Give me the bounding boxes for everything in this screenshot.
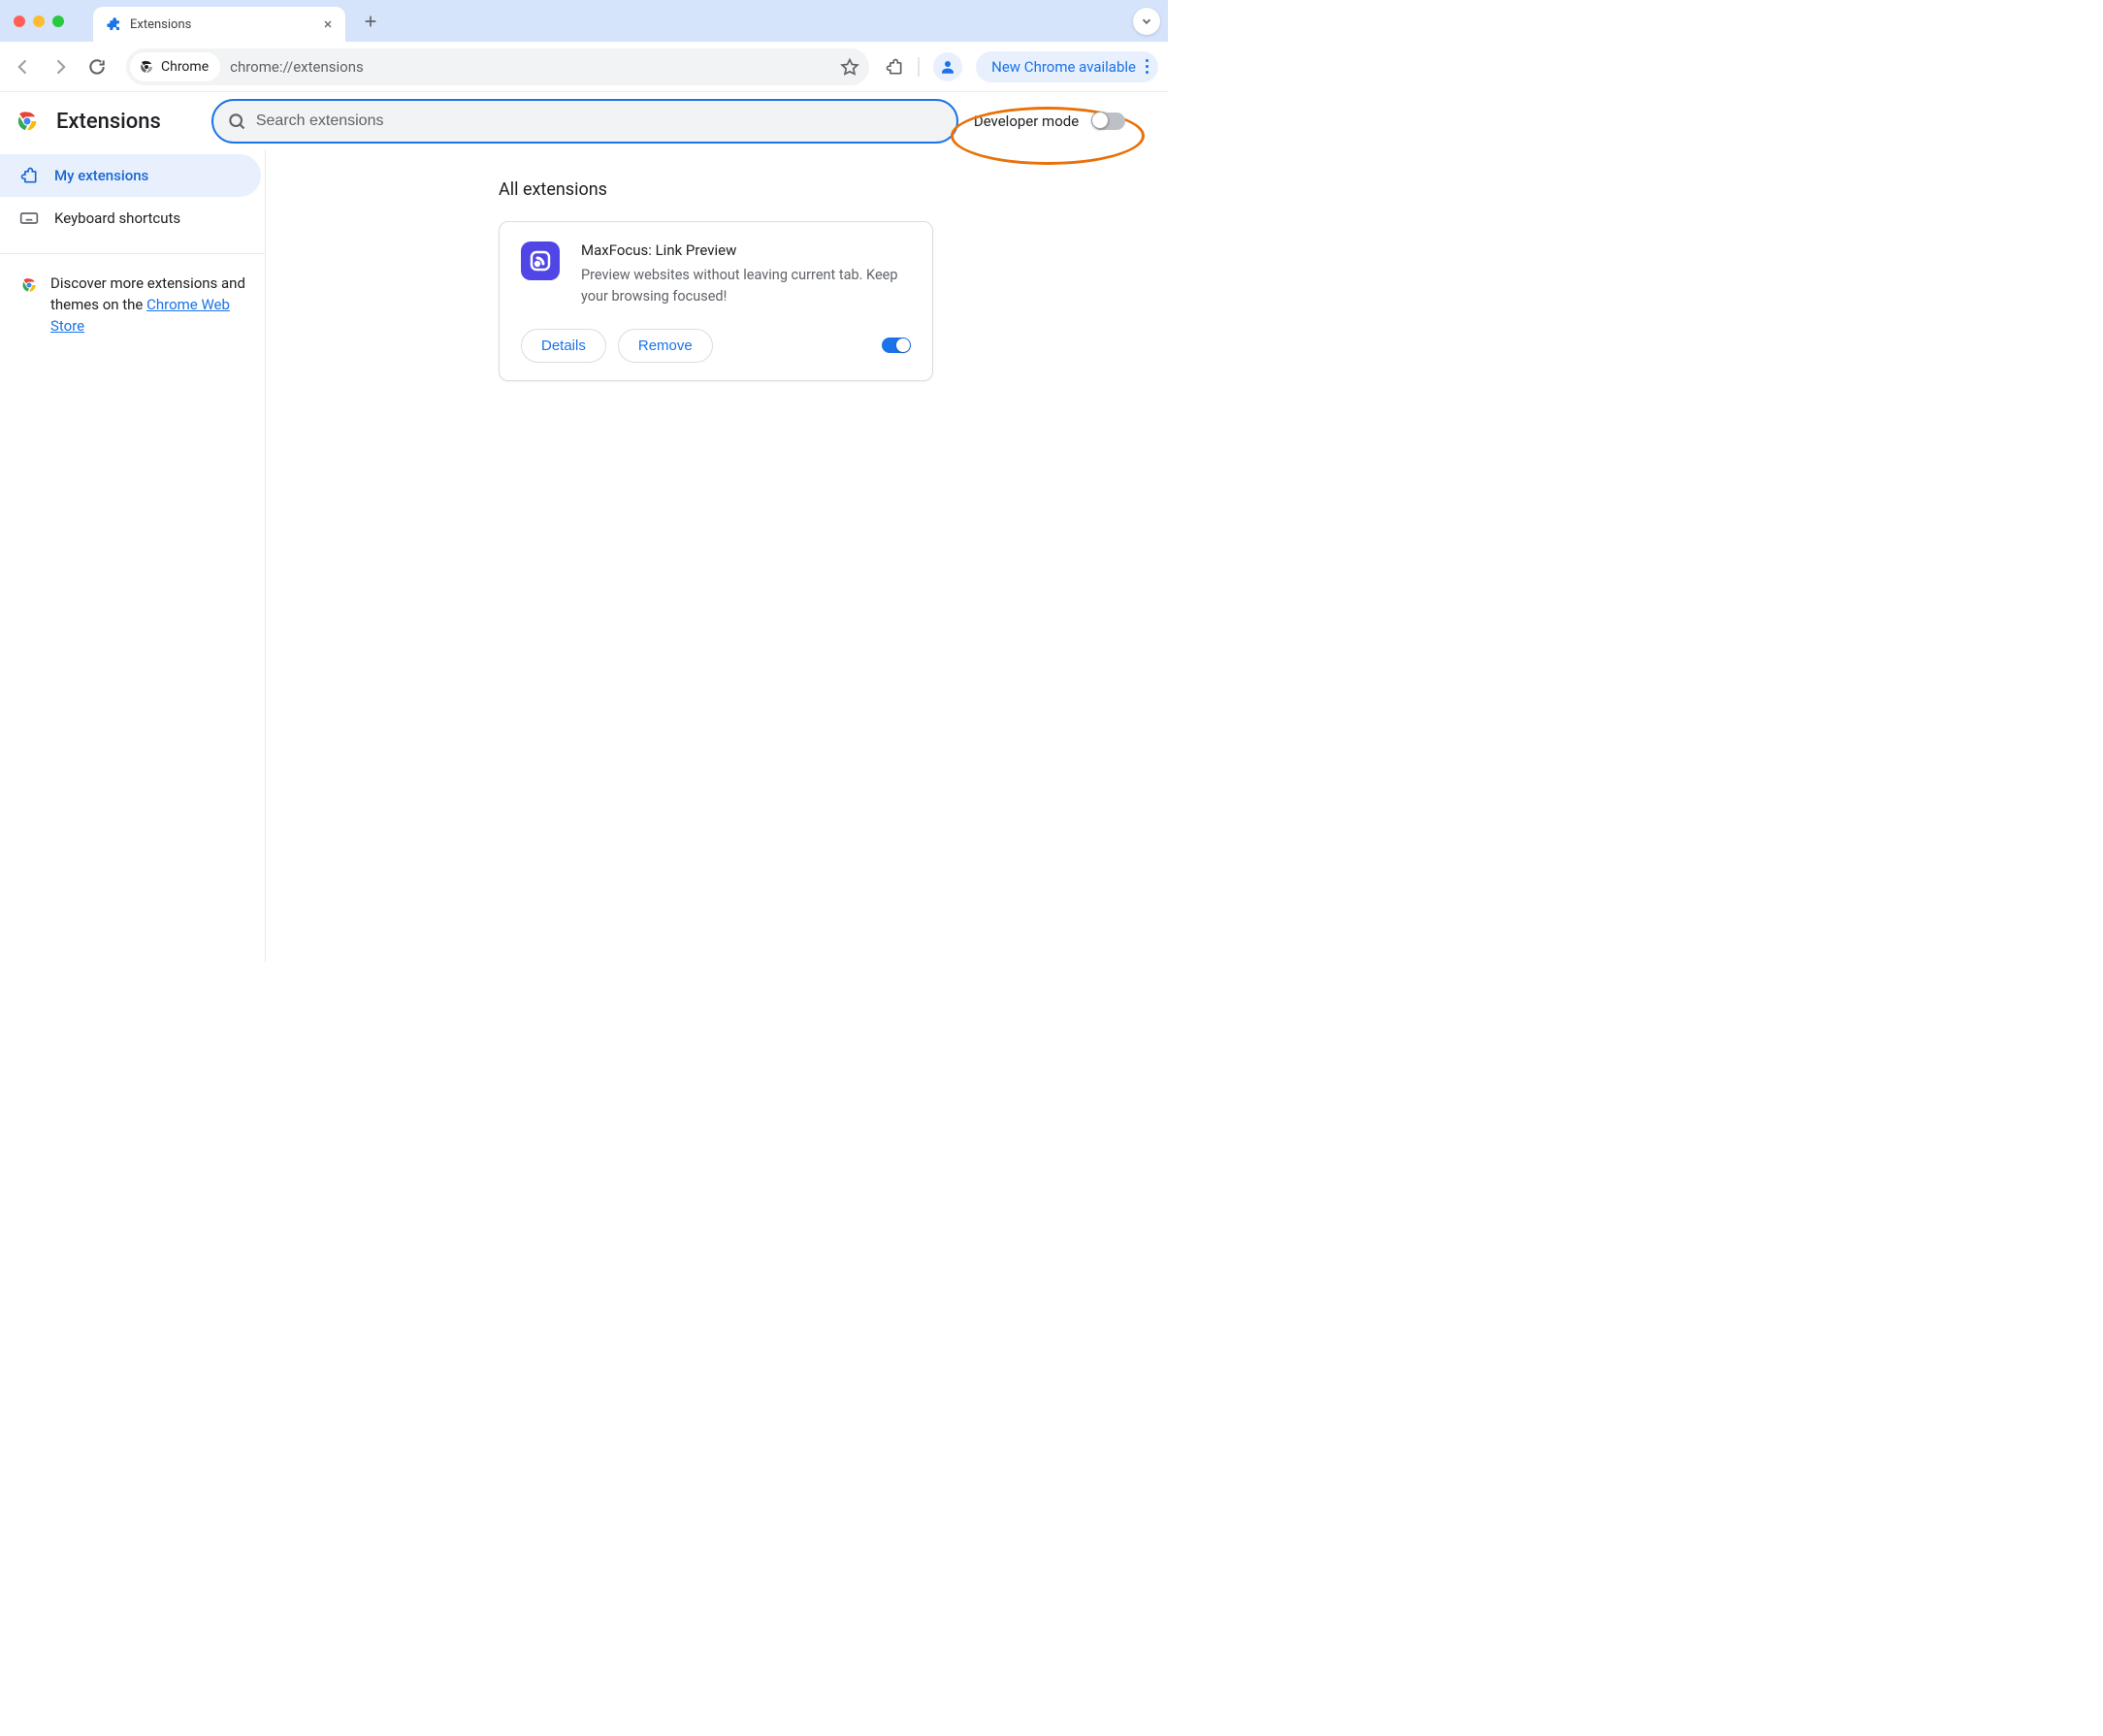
url-text: chrome://extensions xyxy=(230,58,840,76)
main-layout: My extensions Keyboard shortcuts xyxy=(0,150,1168,962)
forward-button[interactable] xyxy=(47,53,74,80)
update-label: New Chrome available xyxy=(991,58,1136,76)
developer-mode-toggle[interactable] xyxy=(1092,113,1125,130)
web-store-icon xyxy=(19,275,39,295)
remove-button[interactable]: Remove xyxy=(618,329,713,363)
section-title: All extensions xyxy=(499,179,1129,200)
close-window-button[interactable] xyxy=(14,16,25,27)
close-tab-icon[interactable] xyxy=(320,16,336,32)
tabs-dropdown-button[interactable] xyxy=(1133,8,1160,35)
window-controls xyxy=(0,16,64,27)
browser-toolbar: Chrome chrome://extensions New Chrome av… xyxy=(0,42,1168,92)
address-bar[interactable]: Chrome chrome://extensions xyxy=(126,48,869,85)
toggle-knob xyxy=(1091,112,1109,129)
bookmark-star-icon[interactable] xyxy=(840,57,859,77)
keyboard-icon xyxy=(19,209,39,228)
profile-avatar-icon[interactable] xyxy=(933,52,962,81)
sidebar-item-label: Keyboard shortcuts xyxy=(54,209,180,227)
chrome-logo-icon xyxy=(14,108,41,135)
extension-icon xyxy=(521,241,560,280)
details-button[interactable]: Details xyxy=(521,329,606,363)
extensions-icon[interactable] xyxy=(885,57,904,77)
puzzle-piece-icon xyxy=(19,166,39,185)
extension-name: MaxFocus: Link Preview xyxy=(581,241,911,259)
extension-enable-toggle[interactable] xyxy=(882,338,911,353)
new-tab-button[interactable] xyxy=(357,8,384,35)
toolbar-actions: New Chrome available xyxy=(885,51,1158,82)
back-button[interactable] xyxy=(10,53,37,80)
maximize-window-button[interactable] xyxy=(52,16,64,27)
sidebar-item-keyboard-shortcuts[interactable]: Keyboard shortcuts xyxy=(0,197,261,240)
minimize-window-button[interactable] xyxy=(33,16,45,27)
sidebar-item-label: My extensions xyxy=(54,167,148,184)
toggle-knob xyxy=(896,338,910,352)
extension-description: Preview websites without leaving current… xyxy=(581,265,911,307)
web-store-promo: Discover more extensions and themes on t… xyxy=(0,253,265,337)
chrome-logo-icon xyxy=(138,58,155,76)
reload-button[interactable] xyxy=(83,53,111,80)
site-info-chip[interactable]: Chrome xyxy=(130,52,220,81)
developer-mode-label: Developer mode xyxy=(974,113,1079,130)
puzzle-piece-icon xyxy=(105,16,122,33)
divider xyxy=(918,57,920,77)
site-chip-label: Chrome xyxy=(161,59,209,75)
update-available-chip[interactable]: New Chrome available xyxy=(976,51,1158,82)
kebab-menu-icon xyxy=(1146,59,1149,74)
tab-strip: Extensions xyxy=(0,0,1168,42)
search-icon xyxy=(227,112,246,131)
page-title: Extensions xyxy=(56,110,161,134)
browser-tab[interactable]: Extensions xyxy=(93,7,345,42)
extension-card: MaxFocus: Link Preview Preview websites … xyxy=(499,221,933,381)
sidebar-item-my-extensions[interactable]: My extensions xyxy=(0,154,261,197)
tab-title: Extensions xyxy=(130,17,312,32)
sidebar: My extensions Keyboard shortcuts xyxy=(0,150,266,962)
developer-mode-group: Developer mode xyxy=(974,113,1129,130)
search-container xyxy=(211,99,958,144)
extensions-page-header: Extensions Developer mode xyxy=(0,92,1168,150)
search-input[interactable] xyxy=(211,99,958,144)
content-area: All extensions MaxFocus: Link Preview Pr… xyxy=(266,150,1168,962)
